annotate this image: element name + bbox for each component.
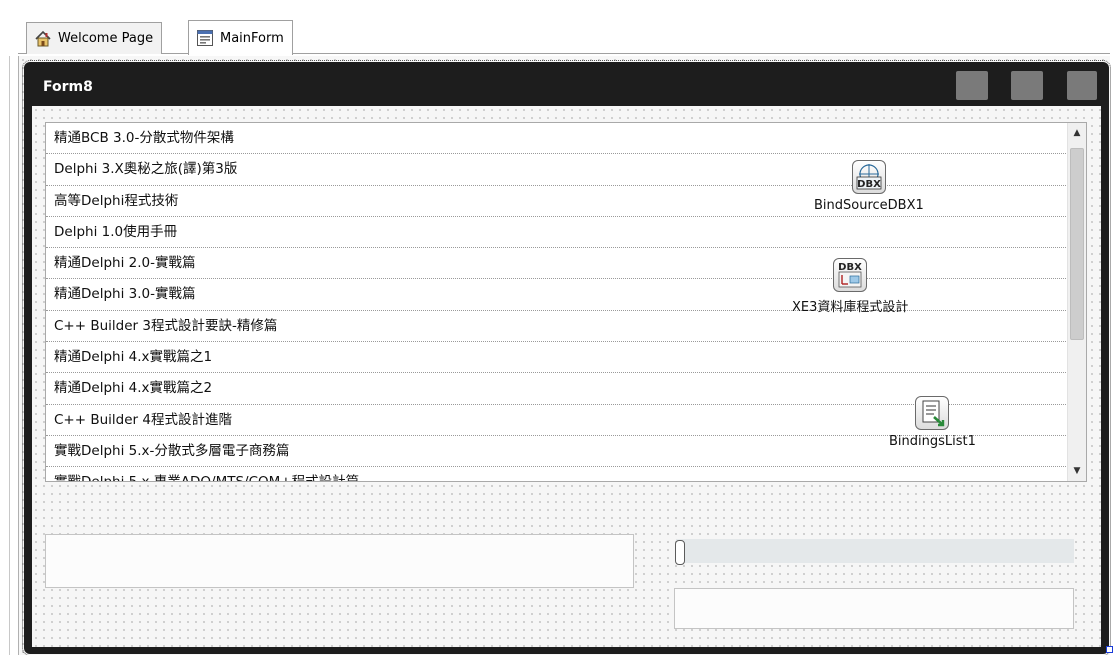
home-icon: [33, 29, 53, 49]
editor-tab-strip: Welcome Page MainForm: [0, 0, 1114, 56]
form-client-area[interactable]: 精通BCB 3.0-分散式物件架構 Delphi 3.X奧秘之旅(譯)第3版 高…: [32, 106, 1101, 647]
designed-form[interactable]: Form8 精通BCB 3.0-分散式物件架構 Delphi 3.X奧秘之旅(譯…: [22, 60, 1111, 655]
list-item[interactable]: C++ Builder 3程式設計要訣-精修篇: [46, 311, 1068, 343]
scroll-up-arrow-icon[interactable]: ▲: [1068, 123, 1086, 143]
edit2-input[interactable]: [674, 588, 1074, 629]
trackbar-thumb[interactable]: [675, 540, 685, 565]
svg-text:DBX: DBX: [857, 179, 881, 190]
listbox-vertical-scrollbar[interactable]: ▲ ▼: [1067, 123, 1086, 481]
scrollbar-thumb[interactable]: [1070, 148, 1084, 340]
dbx-connection-icon: DBX: [833, 258, 868, 292]
tab-welcome-page[interactable]: Welcome Page: [26, 22, 163, 54]
list-item[interactable]: 精通Delphi 3.0-實戰篇: [46, 279, 1068, 311]
form-resize-handle[interactable]: [1106, 646, 1113, 653]
list-item[interactable]: 實戰Delphi 5.x 專業ADO/MTS/COM+程式設計篇: [46, 467, 1068, 481]
tab-label: Welcome Page: [58, 31, 154, 46]
dbx-bindsource-icon: DBX: [851, 160, 886, 194]
left-panel-edge: [9, 56, 10, 655]
scroll-down-arrow-icon[interactable]: ▼: [1068, 461, 1086, 481]
tab-label: MainForm: [220, 30, 284, 46]
tab-strip-baseline: [18, 53, 1110, 54]
minimize-button[interactable]: [956, 71, 988, 100]
list-item[interactable]: 精通BCB 3.0-分散式物件架構: [46, 123, 1068, 155]
list-item[interactable]: Delphi 1.0使用手冊: [46, 217, 1068, 249]
maximize-button[interactable]: [1011, 71, 1043, 100]
component-label: BindSourceDBX1: [814, 198, 924, 213]
list-item[interactable]: 精通Delphi 2.0-實戰篇: [46, 248, 1068, 280]
edit1-input[interactable]: [45, 534, 634, 588]
xe3-dbx-connection-component[interactable]: DBX XE3資料庫程式設計: [792, 258, 908, 315]
svg-text:DBX: DBX: [838, 262, 862, 273]
bindings-list-icon: [915, 396, 950, 430]
close-button[interactable]: [1067, 71, 1097, 100]
component-label: XE3資料庫程式設計: [792, 300, 909, 315]
trackbar-rail: [676, 539, 1074, 563]
bindsourcedbx1-component[interactable]: DBX BindSourceDBX1: [814, 160, 924, 213]
list-item[interactable]: 精通Delphi 4.x實戰篇之1: [46, 342, 1068, 374]
form-icon: [195, 28, 215, 48]
trackbar[interactable]: [674, 539, 1074, 565]
bindingslist1-component[interactable]: BindingsList1: [889, 396, 976, 449]
form-caption: Form8: [43, 79, 93, 95]
tab-mainform[interactable]: MainForm: [188, 20, 293, 55]
component-label: BindingsList1: [889, 434, 976, 449]
